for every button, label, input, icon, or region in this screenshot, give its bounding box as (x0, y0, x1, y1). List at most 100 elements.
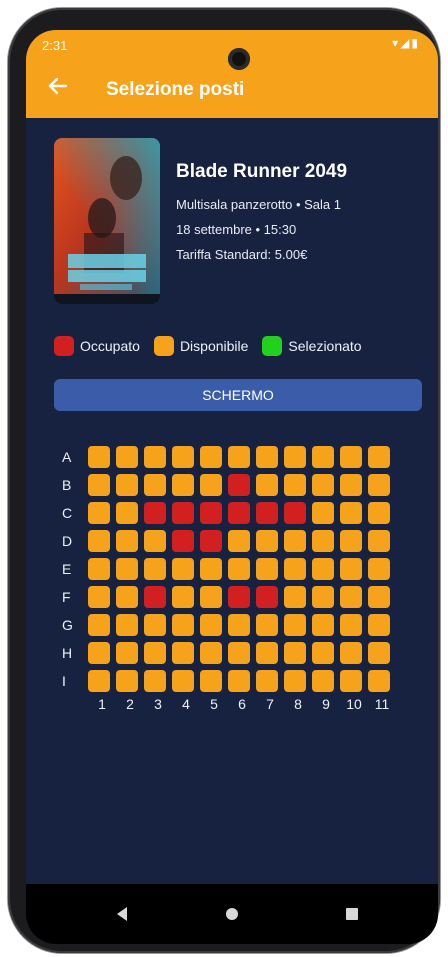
seat-D10[interactable] (340, 530, 362, 552)
seat-G2[interactable] (116, 614, 138, 636)
seat-C10[interactable] (340, 502, 362, 524)
seat-E6[interactable] (228, 558, 250, 580)
seat-A2[interactable] (116, 446, 138, 468)
seat-B11[interactable] (368, 474, 390, 496)
seat-A11[interactable] (368, 446, 390, 468)
seat-D6[interactable] (228, 530, 250, 552)
seat-B5[interactable] (200, 474, 222, 496)
row-label: H (62, 645, 73, 661)
seat-H10[interactable] (340, 642, 362, 664)
seat-I1[interactable] (88, 670, 110, 692)
seat-A8[interactable] (284, 446, 306, 468)
seat-B10[interactable] (340, 474, 362, 496)
seat-H6[interactable] (228, 642, 250, 664)
seat-I10[interactable] (340, 670, 362, 692)
seat-F4[interactable] (172, 586, 194, 608)
seat-F9[interactable] (312, 586, 334, 608)
seat-A9[interactable] (312, 446, 334, 468)
seat-H4[interactable] (172, 642, 194, 664)
seat-D9[interactable] (312, 530, 334, 552)
seat-G8[interactable] (284, 614, 306, 636)
seat-A1[interactable] (88, 446, 110, 468)
seat-F1[interactable] (88, 586, 110, 608)
seat-H7[interactable] (256, 642, 278, 664)
seat-B7[interactable] (256, 474, 278, 496)
seat-E10[interactable] (340, 558, 362, 580)
seat-E4[interactable] (172, 558, 194, 580)
seat-E11[interactable] (368, 558, 390, 580)
legend-selected-label: Selezionato (288, 338, 362, 354)
seat-H5[interactable] (200, 642, 222, 664)
seat-G3[interactable] (144, 614, 166, 636)
seat-H3[interactable] (144, 642, 166, 664)
seat-F10[interactable] (340, 586, 362, 608)
seat-E8[interactable] (284, 558, 306, 580)
seat-E5[interactable] (200, 558, 222, 580)
seat-I3[interactable] (144, 670, 166, 692)
seat-C11[interactable] (368, 502, 390, 524)
seat-B8[interactable] (284, 474, 306, 496)
seat-G11[interactable] (368, 614, 390, 636)
seat-F11[interactable] (368, 586, 390, 608)
seat-E2[interactable] (116, 558, 138, 580)
nav-recents-icon[interactable] (338, 900, 366, 928)
seat-B1[interactable] (88, 474, 110, 496)
seat-H1[interactable] (88, 642, 110, 664)
seat-D11[interactable] (368, 530, 390, 552)
nav-back-icon[interactable] (108, 900, 136, 928)
app-bar: 2:31 ▾◢▮ Selezione posti (26, 30, 438, 118)
seat-G7[interactable] (256, 614, 278, 636)
seat-D8[interactable] (284, 530, 306, 552)
seat-C2[interactable] (116, 502, 138, 524)
seat-I9[interactable] (312, 670, 334, 692)
seat-G10[interactable] (340, 614, 362, 636)
seat-A3[interactable] (144, 446, 166, 468)
seat-H2[interactable] (116, 642, 138, 664)
seat-G4[interactable] (172, 614, 194, 636)
seat-I2[interactable] (116, 670, 138, 692)
seat-D7[interactable] (256, 530, 278, 552)
nav-home-icon[interactable] (218, 900, 246, 928)
seat-I8[interactable] (284, 670, 306, 692)
seat-F8[interactable] (284, 586, 306, 608)
seat-E3[interactable] (144, 558, 166, 580)
seat-F5[interactable] (200, 586, 222, 608)
seat-H8[interactable] (284, 642, 306, 664)
seat-I6[interactable] (228, 670, 250, 692)
movie-tariff: Tariffa Standard: 5.00€ (176, 247, 308, 262)
seat-H11[interactable] (368, 642, 390, 664)
seat-I7[interactable] (256, 670, 278, 692)
seat-C9[interactable] (312, 502, 334, 524)
seat-E1[interactable] (88, 558, 110, 580)
seat-G6[interactable] (228, 614, 250, 636)
seat-I4[interactable] (172, 670, 194, 692)
seat-B2[interactable] (116, 474, 138, 496)
seat-A5[interactable] (200, 446, 222, 468)
seat-B9[interactable] (312, 474, 334, 496)
seat-F2[interactable] (116, 586, 138, 608)
seat-A7[interactable] (256, 446, 278, 468)
seat-row-I: I (62, 667, 396, 695)
seat-C1[interactable] (88, 502, 110, 524)
movie-datetime: 18 settembre • 15:30 (176, 222, 297, 237)
seat-E9[interactable] (312, 558, 334, 580)
seat-G5[interactable] (200, 614, 222, 636)
seat-row-G: G (62, 611, 396, 639)
seat-E7[interactable] (256, 558, 278, 580)
seat-I11[interactable] (368, 670, 390, 692)
seat-B3[interactable] (144, 474, 166, 496)
seat-H9[interactable] (312, 642, 334, 664)
seat-A6[interactable] (228, 446, 250, 468)
seat-G1[interactable] (88, 614, 110, 636)
seat-D2[interactable] (116, 530, 138, 552)
seat-A10[interactable] (340, 446, 362, 468)
seat-D1[interactable] (88, 530, 110, 552)
seat-I5[interactable] (200, 670, 222, 692)
seat-D3[interactable] (144, 530, 166, 552)
seat-F7 (256, 586, 278, 608)
arrow-left-icon[interactable] (44, 72, 72, 100)
seat-G9[interactable] (312, 614, 334, 636)
seat-A4[interactable] (172, 446, 194, 468)
seat-B4[interactable] (172, 474, 194, 496)
row-label: G (62, 617, 73, 633)
